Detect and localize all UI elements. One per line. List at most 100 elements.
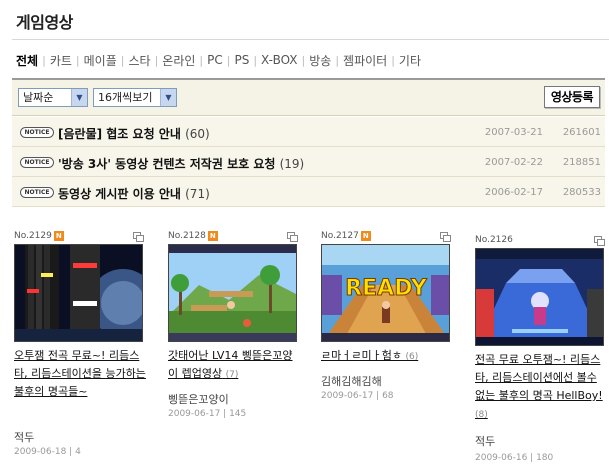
thumbnail-image xyxy=(476,249,603,345)
video-date: 2009-06-16 xyxy=(475,453,528,463)
tab-etc[interactable]: 기타 xyxy=(399,52,421,69)
tab-separator: | xyxy=(335,53,340,67)
video-card: No.2127 N READY ㄹ마ㅓㄹ미ㅏ험ㅎ (6) 김해김해김해 2009-… xyxy=(321,231,451,471)
tab-maple[interactable]: 메이플 xyxy=(84,52,117,69)
page-title: 게임영상 xyxy=(16,13,73,32)
video-number: No.2127 N xyxy=(321,231,371,241)
notice-title-text: 동영상 게시판 이용 안내 xyxy=(58,187,181,201)
tab-kart[interactable]: 카트 xyxy=(50,52,72,69)
video-meta: 2009-06-18 | 4 xyxy=(14,447,81,457)
tab-broadcast[interactable]: 방송 xyxy=(309,52,331,69)
copy-icon[interactable] xyxy=(287,232,298,242)
video-title-text: ㄹ마ㅓㄹ미ㅏ험ㅎ xyxy=(321,349,402,362)
thumbnail-image: READY xyxy=(322,245,449,341)
video-number-text: No.2129 xyxy=(14,231,52,241)
video-date: 2009-06-17 xyxy=(321,391,374,401)
video-number: No.2129 N xyxy=(14,231,64,241)
copy-icon[interactable] xyxy=(440,232,451,242)
video-title-text: 전곡 무료 오투잼~! 리듬스타, 리듬스테이션에선 볼수 없는 불후의 명곡 … xyxy=(475,353,603,402)
video-views: 68 xyxy=(382,391,394,401)
notice-date: 2006-02-17 xyxy=(484,187,543,198)
tab-separator: | xyxy=(154,53,159,67)
video-comment-count: (8) xyxy=(475,410,488,420)
new-badge: N xyxy=(53,231,64,241)
video-number-text: No.2126 xyxy=(475,235,513,245)
tab-separator: | xyxy=(75,53,80,67)
notice-title-link[interactable]: 동영상 게시판 이용 안내 (71) xyxy=(58,185,210,202)
video-author[interactable]: 적두 xyxy=(475,433,495,449)
tab-pc[interactable]: PC xyxy=(207,53,223,67)
video-author[interactable]: 김해김해김해 xyxy=(321,373,382,389)
per-page-select[interactable]: 16개씩보기 ▼ xyxy=(93,88,177,107)
video-title-text: 오투잼 전곡 무료~! 리듬스타, 리듬스테이션을 능가하는 불후의 명곡들~ xyxy=(14,349,146,398)
title-divider xyxy=(12,39,609,40)
tab-separator: | xyxy=(199,53,204,67)
copy-icon[interactable] xyxy=(133,232,144,242)
notice-badge: NOTICE xyxy=(20,127,54,138)
video-comment-count: (6) xyxy=(405,352,419,362)
ready-text: READY xyxy=(345,276,428,301)
notice-comment-count: (60) xyxy=(185,127,210,141)
video-title-link[interactable]: 갓태어난 LV14 삥뜯은꼬양이 렙업영상 (7) xyxy=(168,347,300,384)
tab-separator: | xyxy=(42,53,46,67)
notice-title-text: '방송 3사' 동영상 컨텐츠 저작권 보호 요청 xyxy=(58,157,276,171)
video-meta: 2009-06-17 | 68 xyxy=(321,391,394,401)
video-card: No.2126 전곡 무료 오투잼~! 리듬스타, 리듬스테이션에선 볼수 없는… xyxy=(475,235,605,471)
video-author[interactable]: 적두 xyxy=(14,429,34,445)
tab-online[interactable]: 온라인 xyxy=(162,52,195,69)
notice-row: NOTICE 동영상 게시판 이용 안내 (71) 2006-02-17 280… xyxy=(12,177,605,207)
notice-comment-count: (71) xyxy=(185,187,210,201)
tab-ps[interactable]: PS xyxy=(234,53,249,67)
copy-icon[interactable] xyxy=(594,236,605,246)
notice-list: NOTICE [음란물] 협조 요청 안내 (60) 2007-03-21 26… xyxy=(12,117,605,207)
video-comment-count: (7) xyxy=(225,370,239,380)
tab-separator: | xyxy=(226,53,231,67)
notice-views: 218851 xyxy=(562,157,601,168)
video-thumbnail[interactable] xyxy=(14,244,143,342)
thumbnail-image xyxy=(15,245,142,341)
notice-views: 280533 xyxy=(562,187,601,198)
tab-separator: | xyxy=(301,53,306,67)
video-title-link[interactable]: 오투잼 전곡 무료~! 리듬스타, 리듬스테이션을 능가하는 불후의 명곡들~ xyxy=(14,347,146,402)
notice-badge: NOTICE xyxy=(20,187,54,198)
video-number: No.2126 xyxy=(475,235,513,245)
video-card: No.2129 N 오투잼 전곡 무료~! 리듬스타, 리듬스테이션을 능가하는 … xyxy=(14,231,146,471)
new-badge: N xyxy=(360,231,371,241)
video-date: 2009-06-17 xyxy=(168,409,221,419)
video-thumbnail[interactable]: READY xyxy=(321,244,450,342)
video-meta: 2009-06-17 | 145 xyxy=(168,409,247,419)
video-views: 4 xyxy=(75,447,81,457)
video-meta: 2009-06-16 | 180 xyxy=(475,453,554,463)
notice-title-text: [음란물] 협조 요청 안내 xyxy=(58,127,181,141)
tab-star[interactable]: 스타 xyxy=(128,52,150,69)
notice-row: NOTICE [음란물] 협조 요청 안내 (60) 2007-03-21 26… xyxy=(12,117,605,147)
sort-select-value: 날짜순 xyxy=(23,91,54,104)
notice-badge: NOTICE xyxy=(20,157,54,168)
notice-views: 261601 xyxy=(562,127,601,138)
tab-xbox[interactable]: X-BOX xyxy=(261,53,297,67)
notice-title-link[interactable]: [음란물] 협조 요청 안내 (60) xyxy=(58,125,210,142)
video-date: 2009-06-18 xyxy=(14,447,67,457)
video-thumbnail[interactable] xyxy=(475,248,604,346)
tab-gemfighter[interactable]: 젬파이터 xyxy=(343,52,387,69)
video-title-link[interactable]: 전곡 무료 오투잼~! 리듬스타, 리듬스테이션에선 볼수 없는 불후의 명곡 … xyxy=(475,351,607,424)
notice-date: 2007-03-21 xyxy=(484,127,543,138)
tab-all[interactable]: 전체 xyxy=(16,52,38,69)
notice-row: NOTICE '방송 3사' 동영상 컨텐츠 저작권 보호 요청 (19) 20… xyxy=(12,147,605,177)
sort-select[interactable]: 날짜순 ▼ xyxy=(18,88,88,107)
notice-date: 2007-02-22 xyxy=(484,157,543,168)
chevron-down-icon[interactable]: ▼ xyxy=(71,89,87,106)
register-video-button[interactable]: 영상등록 xyxy=(543,86,600,108)
video-number-text: No.2127 xyxy=(321,231,359,241)
video-card: No.2128 N 갓태어난 LV14 삥뜯은꼬양이 렙업영상 (7) 삥뜯은꼬양… xyxy=(168,231,298,471)
video-title-link[interactable]: ㄹ마ㅓㄹ미ㅏ험ㅎ (6) xyxy=(321,347,453,366)
notice-title-link[interactable]: '방송 3사' 동영상 컨텐츠 저작권 보호 요청 (19) xyxy=(58,155,304,172)
video-author[interactable]: 삥뜯은꼬양이 xyxy=(168,391,229,407)
new-badge: N xyxy=(207,231,218,241)
video-thumbnail[interactable] xyxy=(168,244,297,342)
chevron-down-icon[interactable]: ▼ xyxy=(160,89,176,106)
notice-comment-count: (19) xyxy=(279,157,305,171)
tab-separator: | xyxy=(253,53,258,67)
video-views: 180 xyxy=(536,453,554,463)
tab-separator: | xyxy=(120,53,125,67)
